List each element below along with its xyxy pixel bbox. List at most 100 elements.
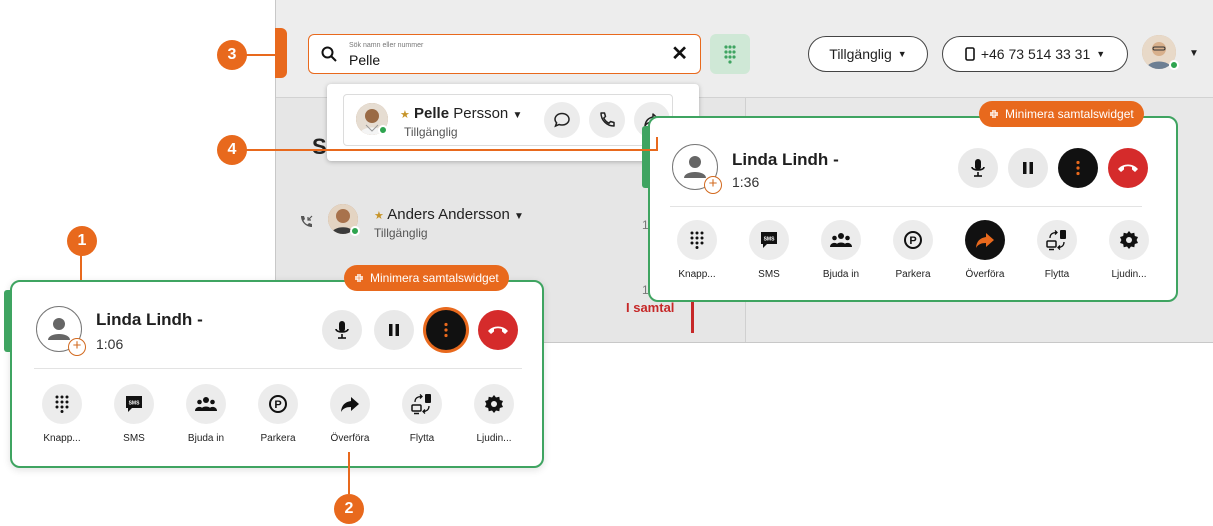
move-device-icon	[411, 394, 431, 415]
star-icon: ★	[374, 210, 384, 222]
action-label: Knapp...	[678, 269, 716, 280]
hold-button[interactable]	[374, 310, 414, 350]
minimize-widget-button[interactable]: Minimera samtalswidget	[344, 265, 509, 291]
search-input[interactable]: Sök namn eller nummer Pelle ✕	[308, 34, 701, 74]
sms-action[interactable]: SMS SMS	[739, 220, 799, 280]
contact-status: Tillgänglig	[404, 125, 458, 139]
park-icon: P	[269, 395, 287, 413]
hang-up-button[interactable]	[478, 310, 518, 350]
search-highlight-tab	[275, 28, 287, 78]
action-label: Bjuda in	[822, 269, 860, 280]
dialpad-button[interactable]	[710, 34, 750, 74]
status-dropdown[interactable]: Tillgänglig ▼	[808, 36, 928, 72]
search-icon	[321, 46, 337, 62]
chevron-down-icon: ▼	[897, 49, 907, 59]
incoming-call-icon	[301, 215, 313, 227]
action-label: Parkera	[260, 433, 296, 444]
widget-tab	[642, 126, 648, 188]
presence-dot	[378, 125, 388, 135]
move-call-action[interactable]: Flytta	[392, 384, 452, 444]
minimize-label: Minimera samtalswidget	[370, 271, 499, 285]
search-result-item[interactable]: ★ Pelle Persson ▼ Tillgänglig	[343, 94, 673, 146]
hang-up-icon	[1118, 164, 1138, 172]
dialpad-action[interactable]: Knapp...	[32, 384, 92, 444]
phone-number-dropdown[interactable]: +46 73 514 33 31 ▼	[942, 36, 1128, 72]
annotation-badge-4: 4	[217, 135, 247, 165]
dialpad-icon	[690, 231, 704, 249]
call-button[interactable]	[589, 102, 625, 138]
svg-text:SMS: SMS	[764, 237, 776, 243]
microphone-icon	[335, 321, 349, 339]
chevron-down-icon: ▼	[1096, 49, 1106, 59]
svg-text:P: P	[909, 235, 916, 247]
annotation-badge-2: 2	[334, 494, 364, 524]
chat-button[interactable]	[544, 102, 580, 138]
svg-text:P: P	[274, 399, 281, 411]
sms-action[interactable]: SMS SMS	[104, 384, 164, 444]
mute-button[interactable]	[958, 148, 998, 188]
minimize-label: Minimera samtalswidget	[1005, 107, 1134, 121]
minimize-widget-button[interactable]: Minimera samtalswidget	[979, 101, 1144, 127]
search-placeholder: Sök namn eller nummer	[349, 42, 424, 49]
hold-button[interactable]	[1008, 148, 1048, 188]
caller-name: Linda Lindh -	[96, 310, 203, 329]
pause-icon	[1023, 162, 1033, 174]
annotation-badge-1: 1	[67, 226, 97, 256]
move-call-action[interactable]: Flytta	[1027, 220, 1087, 280]
caller-avatar: +	[672, 144, 722, 194]
chevron-down-icon[interactable]: ▼	[512, 110, 522, 121]
more-options-button[interactable]	[1058, 148, 1098, 188]
annotation-line	[246, 54, 278, 56]
forward-icon	[341, 397, 359, 412]
mute-button[interactable]	[322, 310, 362, 350]
gear-icon	[485, 395, 503, 413]
contact-name: ★ Pelle Persson ▼	[400, 105, 523, 122]
hang-up-icon	[488, 326, 508, 334]
contact-status: Tillgänglig	[374, 226, 428, 240]
sms-icon: SMS	[761, 232, 777, 248]
action-label: Parkera	[895, 269, 931, 280]
action-label: Överföra	[965, 269, 1005, 280]
forward-icon	[976, 233, 994, 248]
more-options-button[interactable]	[426, 310, 466, 350]
user-status-dot	[1169, 60, 1179, 70]
group-icon	[195, 397, 217, 411]
invite-action[interactable]: Bjuda in	[811, 220, 871, 280]
minimize-icon	[990, 110, 998, 118]
add-contact-icon[interactable]: +	[704, 176, 722, 194]
audio-settings-action[interactable]: Ljudin...	[464, 384, 524, 444]
dialpad-icon	[55, 395, 69, 413]
transfer-action[interactable]: Överföra	[320, 384, 380, 444]
action-label: Ljudin...	[1111, 269, 1147, 280]
action-label: Ljudin...	[476, 433, 512, 444]
phone-number-label: +46 73 514 33 31	[980, 46, 1091, 62]
divider	[670, 206, 1142, 207]
audio-settings-action[interactable]: Ljudin...	[1099, 220, 1159, 280]
sms-icon: SMS	[126, 396, 142, 412]
search-value[interactable]: Pelle	[349, 52, 380, 68]
park-action[interactable]: P Parkera	[248, 384, 308, 444]
transfer-action[interactable]: Överföra	[955, 220, 1015, 280]
annotation-line	[656, 137, 658, 151]
chevron-down-icon[interactable]: ▼	[514, 211, 524, 222]
pause-icon	[389, 324, 399, 336]
invite-action[interactable]: Bjuda in	[176, 384, 236, 444]
park-action[interactable]: P Parkera	[883, 220, 943, 280]
annotation-line	[246, 149, 658, 151]
action-label: Flytta	[1044, 269, 1070, 280]
add-contact-icon[interactable]: +	[68, 338, 86, 356]
action-label: Knapp...	[43, 433, 81, 444]
clear-search-icon[interactable]: ✕	[671, 42, 688, 66]
chevron-down-icon[interactable]: ▼	[1189, 48, 1199, 59]
more-vertical-icon	[1076, 160, 1080, 176]
hang-up-button[interactable]	[1108, 148, 1148, 188]
mobile-phone-icon	[965, 47, 975, 61]
action-label: SMS	[758, 269, 780, 280]
annotation-line	[348, 452, 350, 494]
action-label: SMS	[123, 433, 145, 444]
dialpad-icon	[724, 45, 736, 64]
section-letter: S	[312, 134, 327, 159]
call-duration: 1:36	[732, 174, 760, 190]
call-widget: + Linda Lindh - 1:06 Knapp... SMS SMS Bj…	[4, 280, 544, 468]
dialpad-action[interactable]: Knapp...	[667, 220, 727, 280]
